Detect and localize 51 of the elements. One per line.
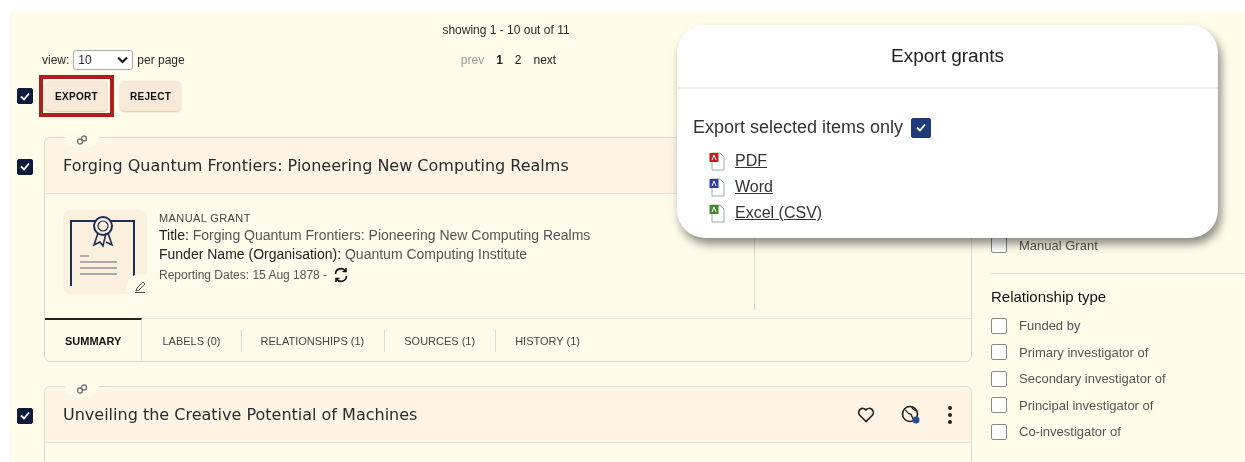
caret-icon (117, 56, 129, 64)
card-tab[interactable]: HISTORY (1) (495, 318, 600, 361)
checkmark-icon (20, 162, 30, 171)
checkmark-icon (20, 91, 30, 101)
globe-icon[interactable] (901, 404, 921, 425)
grant-field: Title: Forging Quantum Frontiers: Pioneering New Computing Realms (159, 227, 591, 243)
document-icon (709, 177, 725, 197)
card-tab[interactable]: SOURCES (1) (384, 318, 496, 361)
grant-field: Funder Name (Organisation): Quantum Computing Institute (159, 246, 591, 262)
checkbox[interactable] (991, 317, 1007, 334)
checkmark-icon (916, 123, 927, 132)
dialog-title: Export grants (891, 45, 1004, 67)
export-format-link[interactable]: PDF (735, 152, 767, 170)
checkbox[interactable] (991, 397, 1007, 414)
grant-type: MANUAL GRANT (159, 212, 252, 224)
checkbox[interactable] (911, 117, 932, 138)
more-icon[interactable] (947, 404, 953, 425)
checkbox[interactable] (991, 370, 1007, 387)
filter-label: Primary investigator of (1019, 344, 1149, 360)
heart-icon[interactable] (857, 406, 875, 423)
page-size-select[interactable]: 10 (73, 50, 134, 70)
export-format-link[interactable]: Word (735, 178, 773, 196)
checkmark-icon (20, 411, 30, 420)
checkbox[interactable] (17, 158, 33, 175)
per-page-label: per page (137, 53, 185, 67)
page-link[interactable]: 2 (514, 53, 522, 67)
checkbox[interactable] (17, 88, 33, 104)
refresh-icon[interactable] (333, 267, 350, 283)
filter-heading: Relationship type (991, 287, 1108, 305)
card-tab[interactable]: SUMMARY (45, 318, 143, 361)
card-tab[interactable]: LABELS (0) (142, 318, 241, 361)
selected-only-label: Export selected items only (693, 117, 904, 138)
page-link[interactable]: 1 (496, 53, 503, 67)
checkbox[interactable] (991, 344, 1007, 361)
checkbox[interactable] (17, 407, 33, 424)
action-button[interactable]: REJECT (119, 81, 182, 111)
card-tab[interactable]: RELATIONSHIPS (1) (240, 318, 385, 361)
next-link[interactable]: next (533, 53, 557, 67)
filter-label: Principal investigator of (1019, 397, 1154, 413)
export-format-link[interactable]: Excel (CSV) (735, 204, 823, 222)
results-summary: showing 1 - 10 out of 11 (441, 22, 571, 38)
document-icon (709, 151, 725, 171)
filter-label: Manual Grant (1019, 237, 1098, 253)
filter-label: Funded by (1019, 318, 1081, 334)
filter-label: Co-investigator of (1019, 424, 1121, 440)
action-button[interactable]: EXPORT (45, 81, 108, 111)
reporting-dates: Reporting Dates: 15 Aug 1878 - (159, 268, 328, 282)
document-icon (709, 203, 725, 223)
checkbox[interactable] (991, 423, 1007, 440)
filter-label: Secondary investigator of (1019, 371, 1166, 387)
view-label: view: (42, 53, 70, 67)
